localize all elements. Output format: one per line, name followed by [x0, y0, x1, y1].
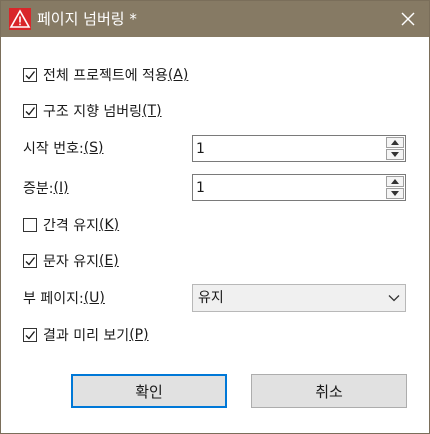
checkmark-icon [25, 71, 36, 80]
page-numbering-dialog: 페이지 넘버링 * 전체 프로젝트에 적용 (A) 구조 지향 넘버링 (T) … [0, 0, 430, 434]
keep-text-label: 문자 유지 [43, 254, 99, 270]
start-number-spinbox [192, 135, 406, 162]
preview-checkbox[interactable]: 결과 미리 보기 (P) [23, 324, 149, 346]
structured-numbering-checkbox[interactable]: 구조 지향 넘버링 (T) [23, 100, 162, 122]
increment-label-group: 증분: (I) [23, 176, 69, 200]
apply-all-label: 전체 프로젝트에 적용 [43, 68, 168, 84]
start-number-label-group: 시작 번호: (S) [23, 136, 104, 160]
increment-label: 증분: [23, 181, 54, 197]
start-number-accelerator: (S) [83, 140, 104, 156]
spin-down-icon [391, 152, 399, 157]
checkbox-box [23, 328, 37, 342]
subpage-label-group: 부 페이지: (U) [23, 286, 105, 310]
subpage-accelerator: (U) [83, 290, 105, 306]
start-number-label: 시작 번호: [23, 141, 84, 157]
subpage-label: 부 페이지: [23, 291, 84, 307]
warning-triangle-icon [9, 8, 31, 30]
keep-text-checkbox[interactable]: 문자 유지 (E) [23, 250, 119, 272]
preview-label: 결과 미리 보기 [43, 328, 130, 344]
checkmark-icon [25, 257, 36, 266]
apply-all-accelerator: (A) [167, 67, 189, 83]
structured-numbering-label: 구조 지향 넘버링 [43, 104, 143, 120]
keep-spacing-label: 간격 유지 [43, 218, 99, 234]
ok-button[interactable]: 확인 [71, 374, 227, 408]
subpage-select[interactable]: 유지 [192, 284, 406, 312]
increment-increment-button[interactable] [386, 176, 404, 187]
chevron-down-icon [388, 295, 400, 302]
increment-decrement-button[interactable] [386, 188, 404, 199]
checkmark-icon [25, 107, 36, 116]
cancel-button[interactable]: 취소 [251, 374, 407, 408]
preview-accelerator: (P) [129, 327, 149, 343]
close-button[interactable] [393, 5, 423, 33]
increment-accelerator: (I) [53, 180, 69, 196]
checkbox-box [23, 218, 37, 232]
increment-spinbox [192, 174, 406, 201]
spin-up-icon [391, 179, 399, 184]
spin-up-icon [391, 140, 399, 145]
start-number-decrement-button[interactable] [386, 149, 404, 160]
checkmark-icon [25, 331, 36, 340]
subpage-selected-value: 유지 [198, 290, 224, 306]
spin-down-icon [391, 191, 399, 196]
keep-text-accelerator: (E) [98, 253, 119, 269]
close-icon [401, 12, 415, 26]
keep-spacing-accelerator: (K) [98, 217, 120, 233]
start-number-increment-button[interactable] [386, 137, 404, 148]
checkbox-box [23, 104, 37, 118]
checkbox-box [23, 254, 37, 268]
window-title: 페이지 넘버링 * [37, 10, 137, 28]
apply-all-checkbox[interactable]: 전체 프로젝트에 적용 (A) [23, 64, 188, 86]
increment-input[interactable] [196, 177, 376, 198]
structured-numbering-accelerator: (T) [142, 103, 162, 119]
title-bar: 페이지 넘버링 * [1, 1, 429, 37]
checkbox-box [23, 68, 37, 82]
start-number-input[interactable] [196, 138, 376, 159]
keep-spacing-checkbox[interactable]: 간격 유지 (K) [23, 214, 119, 236]
